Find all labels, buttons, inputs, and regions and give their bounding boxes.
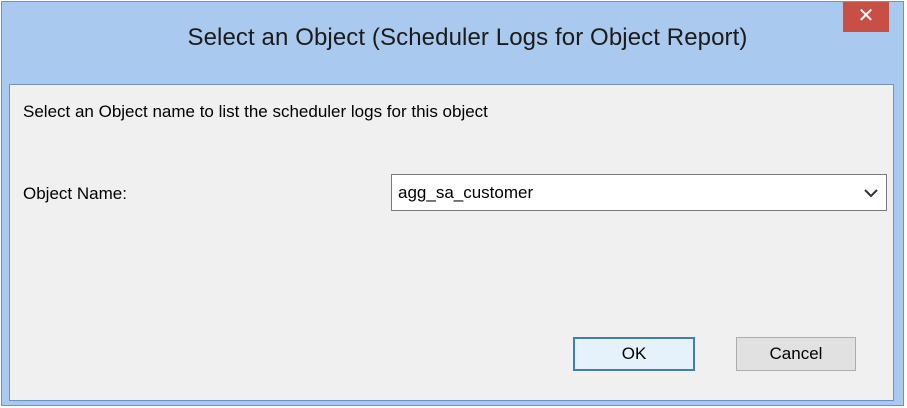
instruction-text: Select an Object name to list the schedu… bbox=[23, 102, 488, 121]
object-name-dropdown[interactable]: agg_sa_customer bbox=[391, 174, 887, 211]
dialog-window: Select an Object (Scheduler Logs for Obj… bbox=[1, 1, 904, 406]
dialog-body: Select an Object name to list the schedu… bbox=[9, 84, 894, 401]
cancel-button[interactable]: Cancel bbox=[736, 337, 856, 371]
title-bar[interactable]: Select an Object (Scheduler Logs for Obj… bbox=[2, 2, 903, 84]
dialog-title: Select an Object (Scheduler Logs for Obj… bbox=[187, 24, 748, 51]
close-button[interactable]: ✕ bbox=[843, 2, 889, 32]
chevron-down-icon[interactable] bbox=[862, 184, 880, 202]
close-icon: ✕ bbox=[857, 5, 875, 27]
object-name-label: Object Name: bbox=[23, 184, 127, 203]
ok-button[interactable]: OK bbox=[573, 337, 695, 371]
object-name-value: agg_sa_customer bbox=[398, 183, 534, 202]
